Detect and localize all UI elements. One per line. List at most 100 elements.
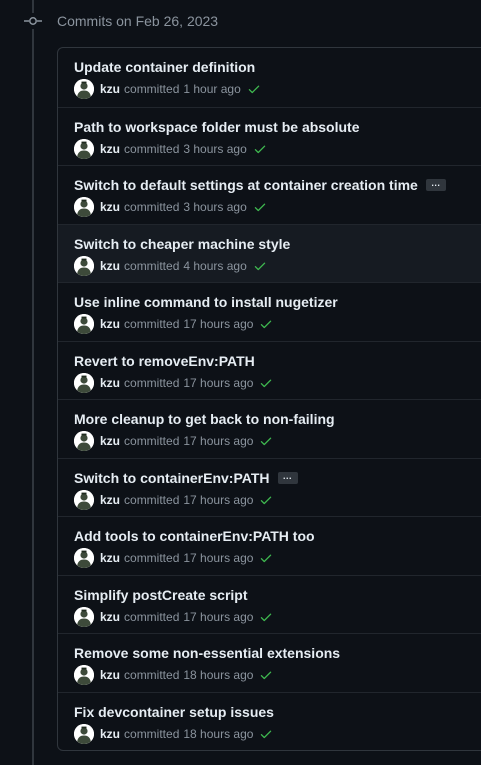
check-icon[interactable]	[259, 376, 273, 390]
commit-time[interactable]: 17 hours ago	[183, 610, 253, 624]
commit-title-text[interactable]: Switch to containerEnv:PATH	[74, 470, 270, 486]
commit-time[interactable]: 17 hours ago	[183, 434, 253, 448]
commit-title-text[interactable]: Add tools to containerEnv:PATH too	[74, 528, 315, 544]
commit-row[interactable]: Switch to default settings at container …	[58, 165, 481, 224]
commit-title-text[interactable]: Remove some non-essential extensions	[74, 645, 340, 661]
commit-author-link[interactable]: kzu	[100, 727, 120, 741]
check-icon[interactable]	[259, 668, 273, 682]
commit-time[interactable]: 3 hours ago	[183, 142, 246, 156]
user-avatar[interactable]	[74, 548, 94, 568]
commit-action-text: committed	[124, 609, 180, 624]
commit-row[interactable]: Simplify postCreate script kzu committed 17…	[58, 574, 481, 634]
user-avatar[interactable]	[74, 138, 94, 159]
commit-author-link[interactable]: kzu	[100, 317, 120, 331]
commit-group-title: Commits on Feb 26, 2023	[57, 13, 219, 29]
check-icon[interactable]	[259, 551, 273, 565]
check-icon[interactable]	[247, 82, 261, 96]
commit-row[interactable]: Update container definition kzu committed 1…	[58, 48, 481, 107]
commit-title-text[interactable]: Fix devcontainer setup issues	[74, 704, 274, 720]
commit-meta: kzu committed 17 hours ago	[74, 606, 273, 627]
timeline-line	[32, 0, 34, 765]
user-avatar[interactable]	[74, 372, 94, 393]
commit-time[interactable]: 18 hours ago	[183, 727, 253, 741]
check-icon[interactable]	[259, 610, 273, 624]
commit-title-text[interactable]: Revert to removeEnv:PATH	[74, 353, 255, 369]
commit-title-text[interactable]: Update container definition	[74, 59, 255, 75]
commit-author-link[interactable]: kzu	[100, 142, 120, 156]
commit-author-link[interactable]: kzu	[100, 668, 120, 682]
check-icon[interactable]	[259, 727, 273, 741]
commit-group-header: Commits on Feb 26, 2023	[0, 8, 481, 34]
commit-author-link[interactable]: kzu	[100, 82, 120, 96]
commit-title-link[interactable]: More cleanup to get back to non-failing	[74, 411, 335, 427]
commit-meta: kzu committed 18 hours ago	[74, 665, 273, 685]
commit-row[interactable]: Switch to cheaper machine style kzu commit…	[58, 223, 481, 282]
commit-time[interactable]: 17 hours ago	[183, 317, 253, 331]
commit-meta: kzu committed 17 hours ago	[74, 431, 273, 451]
commit-title-link[interactable]: Switch to containerEnv:PATH...	[74, 470, 298, 486]
check-icon[interactable]	[259, 434, 273, 448]
commit-title-link[interactable]: Update container definition	[74, 59, 255, 75]
user-avatar[interactable]	[74, 665, 94, 685]
commit-time[interactable]: 3 hours ago	[183, 200, 246, 214]
check-icon[interactable]	[253, 142, 267, 156]
user-avatar[interactable]	[74, 197, 94, 217]
commit-author-link[interactable]: kzu	[100, 376, 120, 390]
commit-title-text[interactable]: Switch to cheaper machine style	[74, 236, 290, 252]
commit-time[interactable]: 1 hour ago	[183, 82, 240, 96]
user-avatar[interactable]	[74, 723, 94, 744]
commit-title-text[interactable]: Switch to default settings at container …	[74, 177, 418, 193]
commit-row[interactable]: Use inline command to install nugetizer k…	[58, 282, 481, 341]
commit-author-link[interactable]: kzu	[100, 259, 120, 273]
commit-author-link[interactable]: kzu	[100, 610, 120, 624]
commit-row[interactable]: Remove some non-essential extensions kzu c…	[58, 633, 481, 692]
commit-title-link[interactable]: Simplify postCreate script	[74, 587, 248, 603]
commit-list: Update container definition kzu committed 1…	[57, 47, 481, 751]
commit-title-text[interactable]: Simplify postCreate script	[74, 587, 248, 603]
commit-time[interactable]: 17 hours ago	[183, 376, 253, 390]
commit-row[interactable]: Fix devcontainer setup issues kzu committe…	[58, 691, 481, 751]
commit-title-text[interactable]: More cleanup to get back to non-failing	[74, 411, 335, 427]
check-icon[interactable]	[259, 317, 273, 331]
commit-time[interactable]: 18 hours ago	[183, 668, 253, 682]
commit-row[interactable]: Path to workspace folder must be absolut…	[58, 106, 481, 166]
user-avatar[interactable]	[74, 255, 94, 276]
commit-title-text[interactable]: Path to workspace folder must be absolut…	[74, 119, 360, 135]
user-avatar[interactable]	[74, 606, 94, 627]
commit-title-link[interactable]: Remove some non-essential extensions	[74, 645, 340, 661]
check-icon[interactable]	[253, 200, 267, 214]
user-avatar[interactable]	[74, 431, 94, 451]
user-avatar[interactable]	[74, 489, 94, 510]
commit-time[interactable]: 17 hours ago	[183, 493, 253, 507]
check-icon[interactable]	[259, 493, 273, 507]
commit-title-link[interactable]: Use inline command to install nugetizer	[74, 294, 338, 310]
commit-row[interactable]: More cleanup to get back to non-failing k…	[58, 399, 481, 458]
expand-description-button[interactable]: ...	[277, 471, 298, 484]
commit-author-link[interactable]: kzu	[100, 493, 120, 507]
commit-time[interactable]: 4 hours ago	[183, 259, 246, 273]
commit-action-text: committed	[124, 141, 180, 156]
commit-title-link[interactable]: Revert to removeEnv:PATH	[74, 353, 255, 369]
commit-author-link[interactable]: kzu	[100, 434, 120, 448]
commit-history-page: Commits on Feb 26, 2023 Update container…	[0, 0, 481, 765]
commit-title-link[interactable]: Add tools to containerEnv:PATH too	[74, 528, 315, 544]
commit-action-text: committed	[124, 551, 180, 565]
git-commit-icon	[24, 13, 42, 29]
expand-description-button[interactable]: ...	[425, 179, 446, 192]
user-avatar[interactable]	[74, 79, 94, 99]
commit-title-link[interactable]: Switch to default settings at container …	[74, 177, 446, 193]
commit-title-link[interactable]: Switch to cheaper machine style	[74, 236, 290, 252]
commit-title-link[interactable]: Fix devcontainer setup issues	[74, 704, 274, 720]
commit-title-text[interactable]: Use inline command to install nugetizer	[74, 294, 338, 310]
commit-row[interactable]: Revert to removeEnv:PATH kzu committed 17 h…	[58, 340, 481, 400]
commit-author-link[interactable]: kzu	[100, 551, 120, 565]
commit-row[interactable]: Add tools to containerEnv:PATH too kzu com…	[58, 516, 481, 575]
commit-time[interactable]: 17 hours ago	[183, 551, 253, 565]
commit-author-link[interactable]: kzu	[100, 200, 120, 214]
check-icon[interactable]	[253, 259, 267, 273]
commit-meta: kzu committed 17 hours ago	[74, 548, 273, 568]
user-avatar[interactable]	[74, 314, 94, 334]
commit-meta: kzu committed 17 hours ago	[74, 372, 273, 393]
commit-row[interactable]: Switch to containerEnv:PATH... kzu committ…	[58, 457, 481, 517]
commit-title-link[interactable]: Path to workspace folder must be absolut…	[74, 119, 360, 135]
